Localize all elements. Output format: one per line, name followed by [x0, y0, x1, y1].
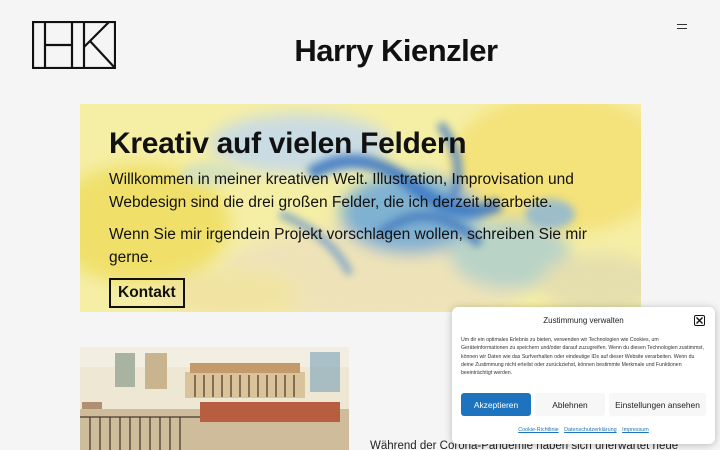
cookie-policy-link[interactable]: Cookie-Richtlinie — [518, 427, 558, 433]
imprint-link[interactable]: Impressum — [622, 427, 649, 433]
hero-section: Kreativ auf vielen Feldern Willkommen in… — [80, 104, 641, 312]
hamburger-icon[interactable] — [677, 24, 687, 30]
site-title[interactable]: Harry Kienzler — [0, 33, 720, 69]
accept-button[interactable]: Akzeptieren — [461, 393, 531, 416]
hero-content: Kreativ auf vielen Feldern Willkommen in… — [109, 126, 609, 308]
hero-paragraph-welcome: Willkommen in meiner kreativen Welt. Ill… — [109, 171, 574, 211]
deny-button[interactable]: Ablehnen — [535, 393, 605, 416]
site-header: Harry Kienzler — [0, 0, 720, 90]
cookie-consent-banner: Zustimmung verwalten Um dir ein optimale… — [452, 307, 715, 444]
cookie-title: Zustimmung verwalten — [543, 316, 624, 325]
close-icon[interactable] — [694, 315, 705, 326]
hero-paragraph-contact: Wenn Sie mir irgendein Projekt vorschlag… — [109, 226, 587, 266]
building-painting-image — [80, 347, 349, 450]
settings-button[interactable]: Einstellungen ansehen — [609, 393, 706, 416]
privacy-policy-link[interactable]: Datenschutzerklärung — [564, 427, 616, 433]
cookie-links: Cookie-Richtlinie Datenschutzerklärung I… — [452, 427, 715, 433]
cookie-description: Um dir ein optimales Erlebnis zu bieten,… — [461, 337, 704, 377]
hero-title: Kreativ auf vielen Feldern — [109, 127, 467, 160]
kontakt-button[interactable]: Kontakt — [109, 278, 185, 308]
